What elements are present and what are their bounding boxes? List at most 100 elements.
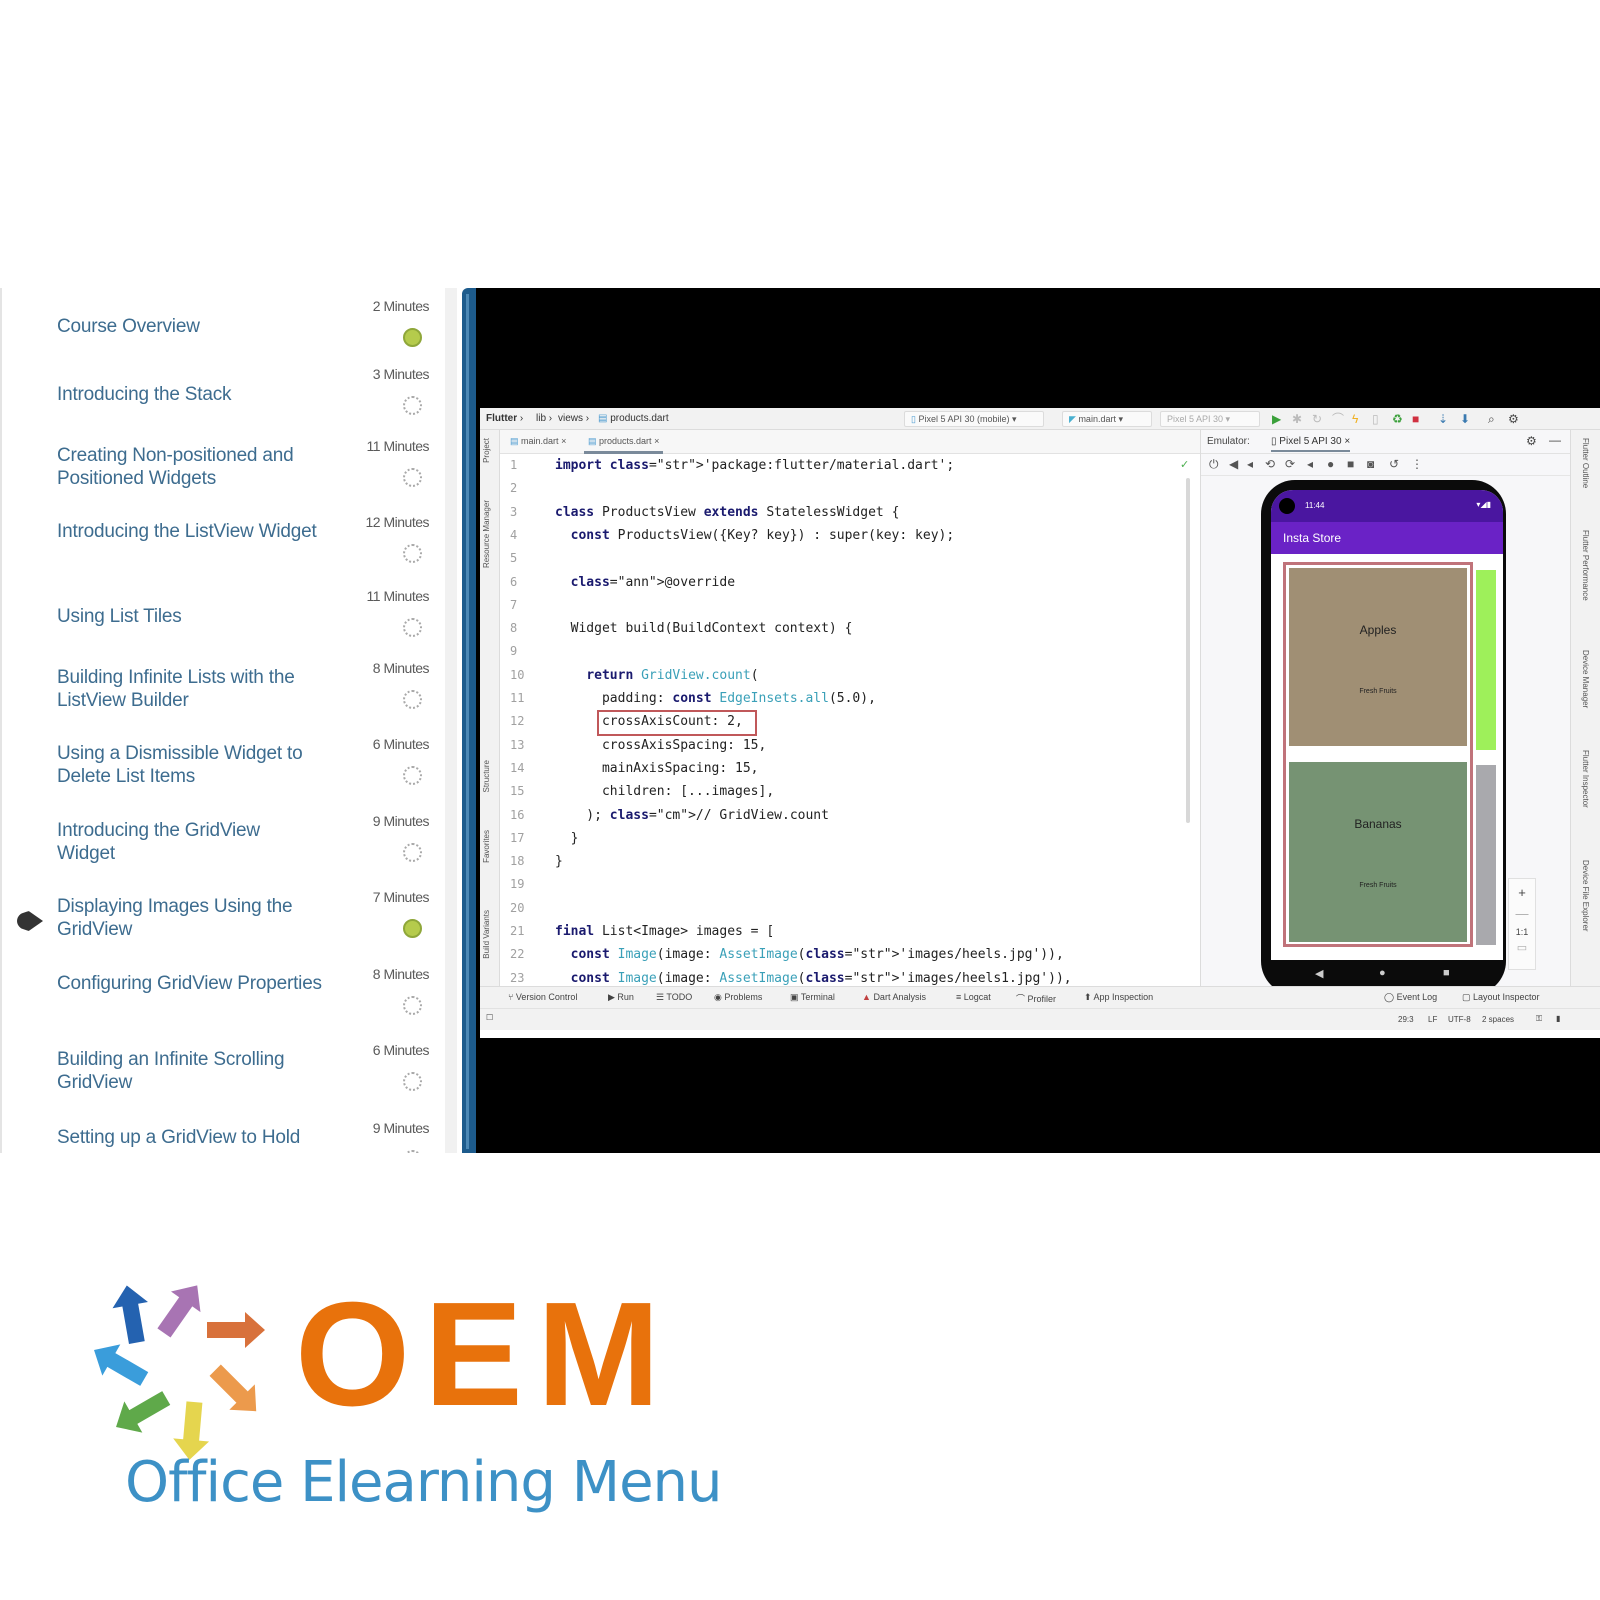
tool-logcat[interactable]: ≡ Logcat (956, 992, 991, 1002)
code-line[interactable]: const Image(image: AssetImage(class="str… (555, 971, 1072, 986)
tool-todo[interactable]: ☰ TODO (656, 992, 692, 1003)
volume-down-icon[interactable]: ◂ (1247, 457, 1253, 471)
zoom-actual-size-button[interactable]: 1:1 (1509, 927, 1535, 937)
tool-window-favorites[interactable]: Favorites (482, 830, 491, 863)
lesson-title[interactable]: Creating Non-positioned and Positioned W… (57, 444, 322, 490)
tool-window-device-file-explorer[interactable]: Device File Explorer (1581, 860, 1590, 932)
lesson-title[interactable]: Introducing the Stack (57, 383, 322, 406)
lesson-item[interactable]: Using a Dismissible Widget to Delete Lis… (2, 736, 447, 814)
tool-problems[interactable]: ◉ Problems (714, 992, 762, 1003)
tool-window-flutter-performance[interactable]: Flutter Performance (1581, 530, 1590, 601)
tool-dart-analysis[interactable]: ▲ Dart Analysis (862, 992, 926, 1002)
code-line[interactable]: crossAxisSpacing: 15, (555, 738, 766, 753)
tool-window-device-manager[interactable]: Device Manager (1581, 650, 1590, 708)
lesson-title[interactable]: Displaying Images Using the GridView (57, 895, 322, 941)
lesson-item[interactable]: Setting up a GridView to Hold 9 Minutes (2, 1120, 447, 1153)
code-line[interactable]: padding: const EdgeInsets.all(5.0), (555, 691, 876, 706)
code-line[interactable]: Widget build(BuildContext context) { (555, 621, 853, 636)
hot-restart-icon[interactable]: ♻ (1392, 411, 1403, 427)
lesson-title[interactable]: Setting up a GridView to Hold (57, 1126, 322, 1149)
lesson-item[interactable]: Creating Non-positioned and Positioned W… (2, 438, 447, 516)
tool-profiler[interactable]: ⌒ Profiler (1016, 992, 1056, 1005)
grid-tile-side-1[interactable] (1476, 570, 1496, 750)
tab-main-dart[interactable]: ▤ main.dart × (506, 434, 570, 454)
status-lock-icon[interactable]: ⚿ (1536, 1014, 1542, 1024)
power-icon[interactable]: ⏻ (1209, 457, 1219, 472)
minimize-icon[interactable]: — (1549, 433, 1561, 447)
tool-layout-inspector[interactable]: ▢ Layout Inspector (1462, 992, 1540, 1003)
settings-icon[interactable]: ⚙ (1508, 411, 1519, 427)
settings-icon[interactable]: ⚙ (1526, 434, 1537, 448)
tool-window-resource-manager[interactable]: Resource Manager (482, 500, 491, 568)
screenshot-icon[interactable]: ◙ (1367, 457, 1374, 471)
code-line[interactable]: import class="str">'package:flutter/mate… (555, 458, 954, 473)
tool-app-inspection[interactable]: ⬆ App Inspection (1084, 992, 1153, 1003)
tool-event-log[interactable]: ◯ Event Log (1384, 992, 1437, 1003)
profile-icon[interactable]: ⌒ (1332, 411, 1344, 427)
code-line[interactable]: } (555, 831, 579, 846)
lesson-item[interactable]: Configuring GridView Properties 8 Minutes (2, 966, 447, 1044)
snapshot-icon[interactable]: ↺ (1389, 457, 1399, 471)
sync-icon[interactable]: ⇣ (1438, 411, 1448, 427)
search-icon[interactable]: ⌕ (1488, 411, 1495, 427)
lesson-item[interactable]: Displaying Images Using the GridView 7 Mi… (2, 889, 447, 967)
lesson-item[interactable]: Building Infinite Lists with the ListVie… (2, 660, 447, 738)
lesson-title[interactable]: Introducing the ListView Widget (57, 520, 322, 543)
breadcrumb-views[interactable]: views › (558, 413, 589, 424)
code-line[interactable]: class="ann">@override (555, 575, 735, 590)
lesson-title[interactable]: Introducing the GridView Widget (57, 819, 322, 865)
volume-up-icon[interactable]: ◀ (1229, 457, 1238, 471)
overview-icon[interactable]: ■ (1347, 457, 1354, 471)
nav-back-icon[interactable]: ◀ (1315, 967, 1323, 980)
nav-home-icon[interactable]: ● (1379, 967, 1386, 979)
lesson-title[interactable]: Using List Tiles (57, 605, 322, 628)
grid-tile-apples[interactable]: Apples Fresh Fruits (1289, 568, 1467, 746)
lesson-item[interactable]: Building an Infinite Scrolling GridView 6… (2, 1042, 447, 1120)
tool-window-project[interactable]: Project (482, 438, 491, 463)
tool-window-build-variants[interactable]: Build Variants (482, 910, 491, 959)
code-editor[interactable]: import class="str">'package:flutter/mate… (555, 454, 1195, 1008)
code-line[interactable]: class ProductsView extends StatelessWidg… (555, 505, 899, 520)
lesson-item[interactable]: Introducing the Stack 3 Minutes (2, 366, 447, 444)
tab-products-dart[interactable]: ▤ products.dart × (584, 434, 664, 454)
status-line-separator[interactable]: LF (1428, 1015, 1437, 1024)
home-icon[interactable]: ● (1327, 457, 1334, 471)
lesson-item[interactable]: Using List Tiles 11 Minutes (2, 588, 447, 666)
hot-reload-icon[interactable]: ϟ (1352, 411, 1358, 427)
zoom-in-button[interactable]: + (1509, 885, 1535, 900)
status-position[interactable]: 29:3 (1398, 1015, 1414, 1024)
tool-window-flutter-inspector[interactable]: Flutter Inspector (1581, 750, 1590, 808)
breadcrumb-file[interactable]: ▤ products.dart (598, 413, 669, 424)
rotate-left-icon[interactable]: ⟲ (1265, 457, 1275, 471)
code-line[interactable]: const ProductsView({Key? key}) : super(k… (555, 528, 955, 543)
coverage-icon[interactable]: ↻ (1312, 411, 1322, 427)
tool-terminal[interactable]: ▣ Terminal (790, 992, 835, 1003)
lesson-title[interactable]: Course Overview (57, 315, 322, 338)
tool-run[interactable]: ▶ Run (608, 992, 634, 1003)
lesson-item[interactable]: Course Overview 2 Minutes (2, 298, 447, 376)
tool-window-structure[interactable]: Structure (482, 760, 491, 792)
lesson-title[interactable]: Configuring GridView Properties (57, 972, 322, 995)
zoom-out-button[interactable]: — (1509, 906, 1535, 921)
lesson-title[interactable]: Building Infinite Lists with the ListVie… (57, 666, 322, 712)
more-icon[interactable]: ⋮ (1411, 457, 1423, 471)
grid-tile-bananas[interactable]: Bananas Fresh Fruits (1289, 762, 1467, 942)
code-line[interactable]: return GridView.count( (555, 668, 758, 683)
sdk-manager-icon[interactable]: ⬇ (1460, 411, 1470, 427)
device-selector[interactable]: ▯ Pixel 5 API 30 (mobile) ▾ (904, 411, 1044, 427)
tool-version-control[interactable]: ⑂ Version Control (508, 992, 577, 1002)
stop-icon[interactable]: ■ (1412, 411, 1419, 427)
nav-recents-icon[interactable]: ■ (1443, 967, 1450, 979)
lesson-item[interactable]: Introducing the ListView Widget 12 Minute… (2, 514, 447, 592)
status-checkbox-icon[interactable]: ☐ (486, 1013, 493, 1022)
lesson-title[interactable]: Using a Dismissible Widget to Delete Lis… (57, 742, 322, 788)
emulator-device-tab[interactable]: ▯ Pixel 5 API 30 × (1271, 436, 1351, 452)
status-encoding[interactable]: UTF-8 (1448, 1015, 1471, 1024)
run-icon[interactable]: ▶ (1272, 411, 1281, 427)
code-line[interactable]: children: [...images], (555, 784, 774, 799)
back-icon[interactable]: ◂ (1307, 457, 1313, 471)
rotate-right-icon[interactable]: ⟳ (1285, 457, 1295, 471)
code-line[interactable]: } (555, 854, 563, 869)
phone-screen[interactable]: 11:44 ▾◢▮ Insta Store Apples Fresh Fruit… (1271, 490, 1503, 960)
code-line[interactable]: ); class="cm">// GridView.count (555, 808, 829, 823)
